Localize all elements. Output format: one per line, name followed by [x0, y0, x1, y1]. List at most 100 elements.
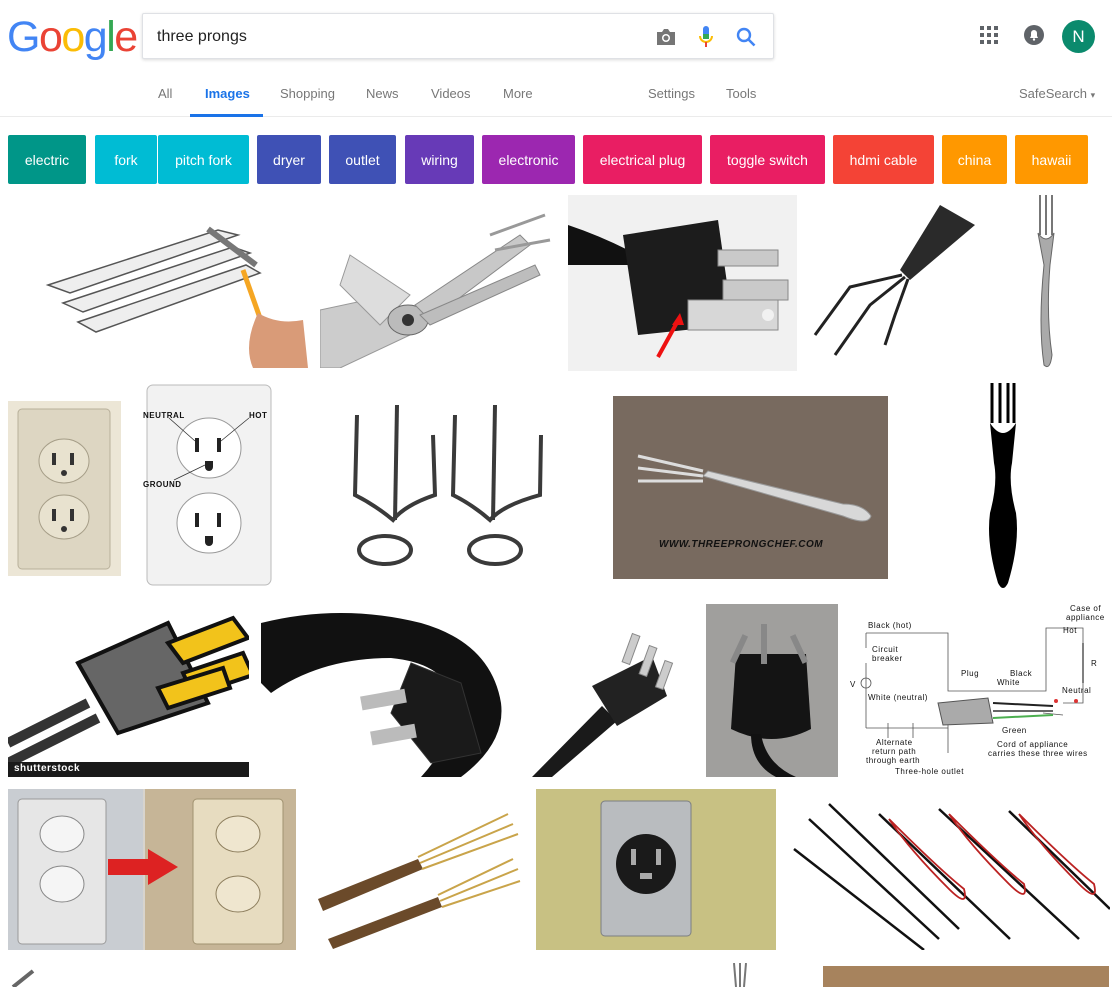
dryer-outlet-thumbnail [536, 789, 776, 950]
chip-label: electric [24, 151, 70, 168]
search-box [142, 13, 774, 59]
chip-hawaii[interactable]: hawaii [1015, 135, 1088, 184]
chip-hdmi-cable[interactable]: hdmi cable [833, 135, 934, 184]
logo-letter: G [7, 13, 40, 61]
safesearch-label: SafeSearch [1019, 86, 1087, 101]
image-result-black-fork[interactable] [986, 383, 1020, 593]
diagram-label: Three-hole outlet [895, 767, 964, 776]
tab-shopping[interactable]: Shopping [280, 86, 335, 101]
diagram-label: V [850, 680, 856, 689]
image-result-spear-tips[interactable] [789, 789, 1110, 950]
shutterstock-watermark: shutterstock [14, 763, 81, 774]
diagram-label: Case of [1070, 604, 1102, 613]
three-prong-fork-thumbnail [813, 205, 975, 356]
avatar[interactable]: N [1062, 20, 1095, 53]
chip-pitch-fork[interactable]: pitch fork [158, 135, 249, 184]
diagram-label: through earth [866, 756, 921, 765]
black-cord-thumbnail [261, 613, 502, 777]
black-fork-thumbnail [989, 383, 1017, 588]
outlet-replacement-thumbnail [8, 789, 296, 950]
image-result-drawn-prongs[interactable] [8, 195, 308, 368]
image-result-black-cord[interactable] [261, 603, 507, 777]
chip-electric[interactable]: electric [8, 135, 86, 184]
caret-down-icon: ▾ [1090, 90, 1096, 100]
chip-label: fork [114, 151, 138, 168]
image-result-plug-closeup[interactable] [568, 195, 797, 371]
image-result-partial-1[interactable] [8, 963, 48, 987]
image-result-partial-3[interactable] [823, 966, 1109, 987]
logo-letter: o [38, 13, 63, 61]
diagram-label: Neutral [1062, 686, 1092, 695]
mic-icon[interactable] [693, 24, 719, 50]
chip-electrical-plug[interactable]: electrical plug [583, 135, 702, 184]
chip-dryer[interactable]: dryer [257, 135, 321, 184]
image-result-partial-2[interactable] [728, 963, 752, 987]
plug-closeup-thumbnail [568, 220, 789, 358]
diagram-label: Circuit [872, 645, 899, 654]
image-result-beige-outlet[interactable] [8, 401, 121, 576]
image-result-cartoon-plug[interactable]: shutterstock [8, 603, 249, 777]
diagram-label: Alternate [876, 738, 913, 747]
chip-wiring[interactable]: wiring [405, 135, 474, 184]
tab-all[interactable]: All [158, 86, 172, 101]
related-search-chips: electric fork pitch fork dryer outlet wi… [8, 135, 1108, 184]
active-tab-indicator [190, 114, 263, 117]
image-result-chinese-plug[interactable] [706, 604, 838, 777]
search-icon[interactable] [733, 24, 759, 50]
diagram-label: carries these three wires [988, 749, 1088, 758]
chip-electronic[interactable]: electronic [482, 135, 575, 184]
ground-label: GROUND [143, 480, 182, 489]
image-result-european-plug[interactable] [532, 626, 682, 777]
chip-label: dryer [273, 151, 305, 168]
chip-china[interactable]: china [942, 135, 1007, 184]
diagram-label: Black (hot) [868, 621, 912, 630]
chip-label: outlet [345, 151, 380, 168]
chip-label: wiring [421, 151, 458, 168]
diagram-label: Cord of appliance [997, 740, 1069, 749]
image-result-dryer-outlet[interactable] [536, 789, 776, 950]
tab-tools[interactable]: Tools [726, 86, 756, 101]
logo-letter: o [61, 13, 85, 61]
notification-bell-icon[interactable] [1021, 22, 1047, 48]
image-result-labeled-outlet[interactable]: NEUTRAL HOT GROUND [139, 383, 272, 586]
diagram-label: White [997, 678, 1020, 687]
beige-outlet-thumbnail [17, 408, 111, 570]
camera-icon[interactable] [653, 24, 679, 50]
hot-label: HOT [249, 411, 268, 420]
chip-label: pitch fork [175, 151, 232, 168]
chip-fork[interactable]: fork [95, 135, 157, 184]
image-result-two-forks[interactable] [308, 789, 521, 950]
european-plug-thumbnail [532, 632, 674, 777]
diagram-label: appliance [1066, 613, 1105, 622]
image-result-pliers[interactable] [320, 195, 556, 368]
diagram-label: Green [1002, 726, 1027, 735]
tab-news[interactable]: News [366, 86, 399, 101]
chip-outlet[interactable]: outlet [329, 135, 396, 184]
header: Google N All Images Shopping News Videos… [0, 0, 1112, 117]
image-result-silver-fork[interactable] [1026, 195, 1066, 371]
chinese-plug-thumbnail [706, 604, 838, 777]
pliers-thumbnail [320, 213, 551, 368]
tab-settings[interactable]: Settings [648, 86, 695, 101]
image-result-outlet-replacement[interactable] [8, 789, 296, 950]
partial-thumbnail [733, 963, 747, 987]
google-logo[interactable]: Google [7, 13, 138, 62]
tab-more[interactable]: More [503, 86, 533, 101]
chip-label: china [957, 151, 992, 168]
logo-letter: g [83, 13, 108, 61]
chip-label: toggle switch [727, 151, 808, 168]
tab-images[interactable]: Images [205, 86, 250, 101]
silver-fork-thumbnail [1037, 195, 1055, 368]
two-forks-thumbnail [318, 813, 521, 949]
tab-videos[interactable]: Videos [431, 86, 471, 101]
apps-grid-icon[interactable] [976, 22, 1002, 48]
image-result-wire-forks[interactable] [345, 395, 551, 573]
chip-toggle-switch[interactable]: toggle switch [710, 135, 825, 184]
search-input[interactable] [157, 26, 627, 48]
safesearch-menu[interactable]: SafeSearch ▾ [1019, 86, 1095, 101]
image-result-three-prong-chef[interactable]: WWW.THREEPRONGCHEF.COM [613, 396, 888, 579]
search-tabs: All Images Shopping News Videos More Set… [0, 80, 1112, 117]
image-result-wiring-diagram[interactable]: Black (hot) Circuit breaker V White (neu… [848, 603, 1112, 777]
partial-thumbnail [11, 969, 35, 987]
image-result-three-prong-fork[interactable] [810, 195, 976, 371]
